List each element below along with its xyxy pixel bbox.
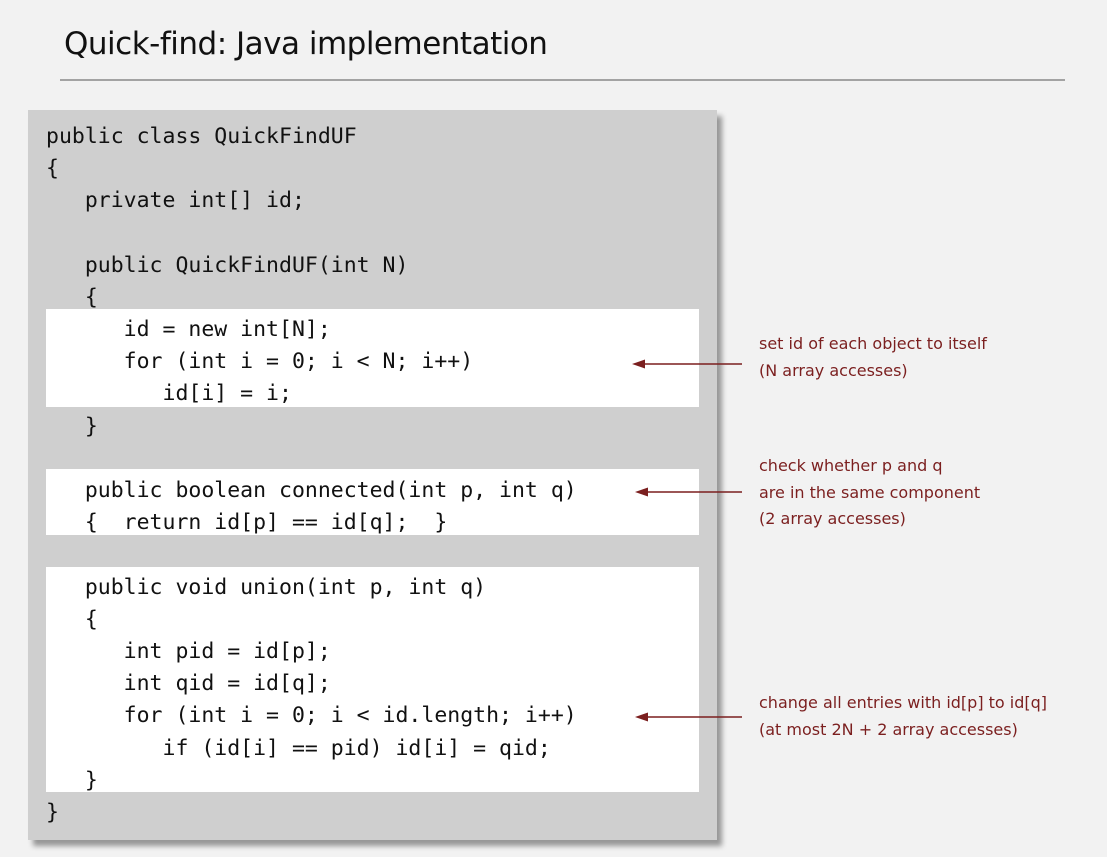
code-line: { (46, 285, 98, 310)
union-annotation: change all entries with id[p] to id[q] (… (759, 690, 1047, 743)
init-annotation: set id of each object to itself (N array… (759, 331, 987, 384)
title-divider (60, 79, 1065, 81)
code-line: public void union(int p, int q) (46, 575, 487, 600)
code-line: } (46, 768, 98, 793)
code-line: id = new int[N]; (46, 317, 331, 342)
annotation-line: change all entries with id[p] to id[q] (759, 693, 1048, 712)
connected-annotation: check whether p and q are in the same co… (759, 453, 980, 533)
code-line: if (id[i] == pid) id[i] = qid; (46, 736, 551, 761)
code-line: id[i] = i; (46, 381, 292, 406)
code-line: private int[] id; (46, 188, 305, 213)
annotation-line: set id of each object to itself (759, 334, 987, 353)
code-line: public boolean connected(int p, int q) (46, 478, 577, 503)
annotation-line: are in the same component (759, 482, 981, 502)
code-line: { return id[p] == id[q]; } (46, 510, 448, 535)
annotation-line: (at most 2N + 2 array accesses) (759, 719, 1018, 739)
code-line: int pid = id[p]; (46, 639, 331, 664)
code-line: } (46, 800, 59, 825)
code-line: { (46, 607, 98, 632)
code-line: public QuickFindUF(int N) (46, 253, 409, 278)
annotation-line: (2 array accesses) (759, 509, 906, 528)
code-panel: public class QuickFindUF { private int[]… (28, 110, 717, 840)
slide-title: Quick-find: Java implementation (64, 26, 548, 62)
code-line: { (46, 156, 59, 181)
code-line: public class QuickFindUF (46, 124, 357, 149)
code-line: } (46, 414, 98, 439)
code-line: int qid = id[q]; (46, 671, 331, 696)
annotation-line: check whether p and q (759, 456, 943, 475)
code-line: for (int i = 0; i < N; i++) (46, 349, 474, 374)
annotation-line: (N array accesses) (759, 360, 908, 380)
code-line: for (int i = 0; i < id.length; i++) (46, 703, 577, 728)
